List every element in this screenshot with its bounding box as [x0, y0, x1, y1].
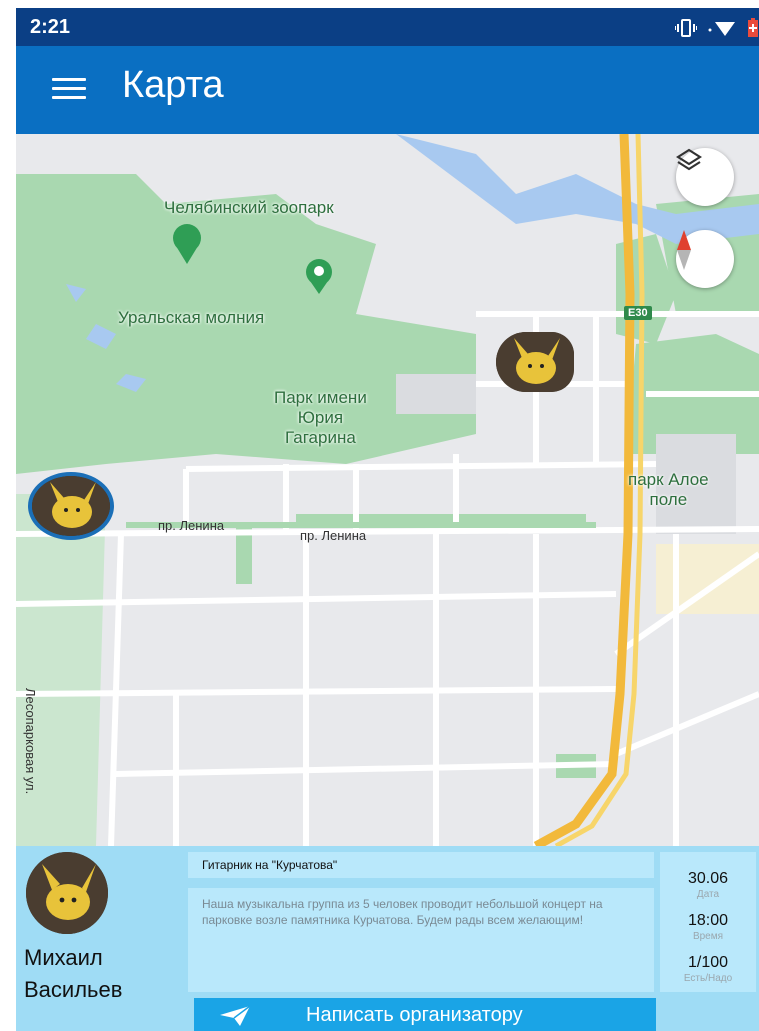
app-frame: 2:21 Карта Челябинский зоопарк Уральская…	[16, 8, 759, 1031]
compass-button[interactable]	[676, 230, 734, 288]
status-time: 2:21	[30, 16, 71, 38]
label-park-aloe: парк Алое поле	[628, 470, 709, 509]
event-description: Наша музыкальна группа из 5 человек пров…	[202, 897, 603, 927]
event-participants: 1/100 Есть/Надо	[683, 954, 733, 984]
street-lenina-1: пр. Ленина	[158, 518, 225, 533]
user-marker-1[interactable]	[496, 332, 574, 392]
send-icon	[220, 1005, 251, 1026]
pikachu-avatar-icon	[496, 332, 574, 392]
page-title: Карта	[122, 64, 224, 106]
label-ural-lightning: Уральская молния	[118, 308, 265, 327]
map-view[interactable]: Челябинский зоопарк Уральская молния Пар…	[16, 134, 759, 846]
label-park-gagarin: Парк имени Юрия Гагарина	[274, 388, 367, 447]
user-marker-2[interactable]	[28, 472, 114, 540]
event-title-box: Гитарник на "Курчатова"	[188, 852, 654, 878]
layers-button[interactable]	[676, 148, 734, 206]
status-icons	[675, 18, 759, 38]
vibrate-icon	[675, 19, 697, 37]
event-description-box: Наша музыкальна группа из 5 человек пров…	[188, 888, 654, 992]
event-card: Михаил Васильев Гитарник на "Курчатова" …	[16, 846, 759, 1031]
battery-icon	[748, 18, 758, 37]
street-lenina-2: пр. Ленина	[300, 528, 367, 543]
contact-organizer-button[interactable]: Написать организатору	[194, 998, 656, 1031]
layers-icon	[676, 148, 702, 171]
event-title: Гитарник на "Курчатова"	[202, 858, 338, 872]
label-zoo: Челябинский зоопарк	[164, 198, 334, 217]
pikachu-avatar-icon	[26, 852, 108, 934]
organizer-avatar[interactable]	[26, 852, 108, 934]
pikachu-avatar-icon	[32, 476, 110, 536]
event-time: 18:00 Время	[687, 912, 729, 942]
event-meta: 30.06 Дата 18:00 Время 1/100 Есть/Надо	[660, 852, 756, 992]
compass-icon	[677, 230, 691, 270]
highway-badge: E30	[624, 306, 652, 320]
app-bar: Карта	[16, 46, 759, 134]
wifi-icon	[708, 22, 735, 36]
event-date: 30.06 Дата	[687, 870, 729, 900]
menu-icon[interactable]	[52, 78, 86, 100]
status-bar: 2:21	[16, 8, 759, 46]
street-lesoparkovaya: Лесопарковая ул.	[23, 688, 38, 795]
organizer-name: Михаил Васильев	[24, 945, 123, 1002]
contact-organizer-label: Написать организатору	[306, 1004, 523, 1026]
